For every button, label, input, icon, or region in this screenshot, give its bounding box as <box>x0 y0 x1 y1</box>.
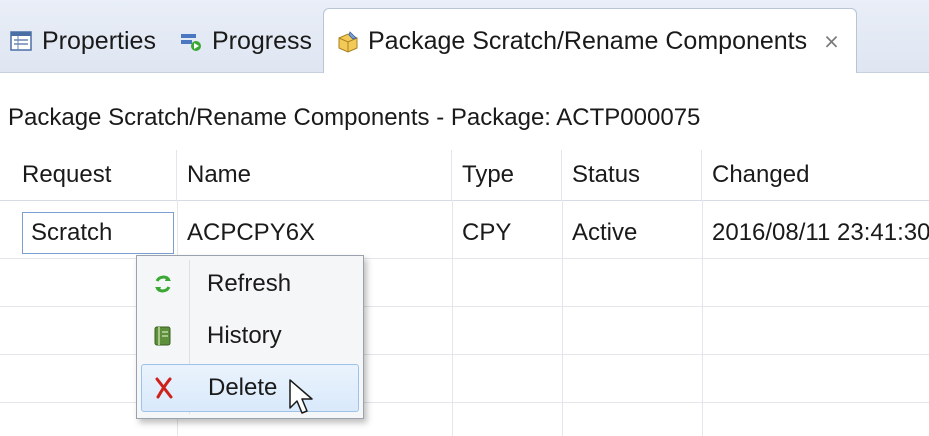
properties-icon <box>10 30 32 52</box>
menu-item-label: Refresh <box>207 270 292 297</box>
cell-status: Active <box>572 219 638 246</box>
mouse-pointer-icon <box>288 378 316 423</box>
view-title: Package Scratch/Rename Components - Pack… <box>8 104 701 131</box>
column-header-status[interactable]: Status <box>562 150 702 200</box>
view-tab-bar: Properties Progress Package Scratch/Rena… <box>0 0 929 73</box>
column-header-request[interactable]: Request <box>12 150 177 200</box>
column-header-name[interactable]: Name <box>177 150 452 200</box>
cell-type: CPY <box>462 219 512 246</box>
table-header: Request Name Type Status Changed <box>0 150 929 201</box>
column-header-changed[interactable]: Changed <box>702 150 929 200</box>
cell-changed: 2016/08/11 23:41:30 <box>712 219 929 246</box>
request-cell-editor[interactable]: Scratch <box>22 212 174 254</box>
refresh-icon <box>141 260 185 308</box>
tab-package-scratch-rename[interactable]: Package Scratch/Rename Components ⨯ <box>323 8 857 73</box>
progress-icon <box>180 30 202 52</box>
history-icon <box>141 312 185 360</box>
context-menu: Refresh History Delete <box>136 255 364 419</box>
menu-item-refresh[interactable]: Refresh <box>141 260 359 308</box>
tab-properties[interactable]: Properties <box>10 10 156 72</box>
menu-item-label: History <box>207 322 282 349</box>
column-header-type[interactable]: Type <box>452 150 562 200</box>
close-icon[interactable]: ⨯ <box>823 29 840 54</box>
package-icon <box>336 30 358 53</box>
cell-name: ACPCPY6X <box>187 219 316 246</box>
delete-icon <box>142 364 186 412</box>
tab-label: Progress <box>212 26 313 55</box>
tab-label: Package Scratch/Rename Components <box>368 26 808 55</box>
menu-item-delete[interactable]: Delete <box>141 364 359 412</box>
tab-label: Properties <box>42 26 156 55</box>
tab-progress[interactable]: Progress <box>180 10 312 72</box>
menu-item-label: Delete <box>208 374 278 401</box>
menu-item-history[interactable]: History <box>141 312 359 360</box>
